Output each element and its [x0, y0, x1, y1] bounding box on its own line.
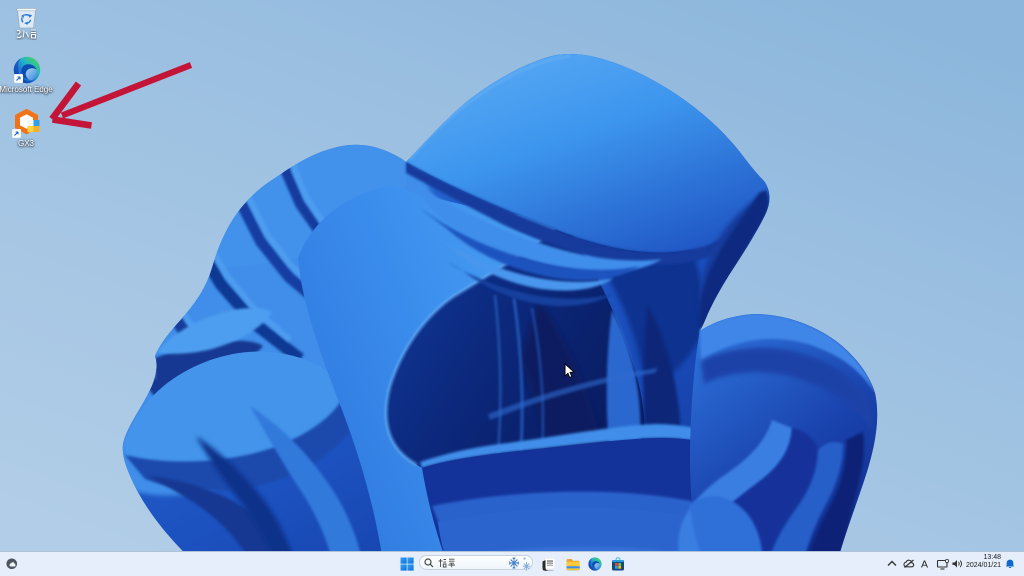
- svg-text:A: A: [921, 559, 928, 571]
